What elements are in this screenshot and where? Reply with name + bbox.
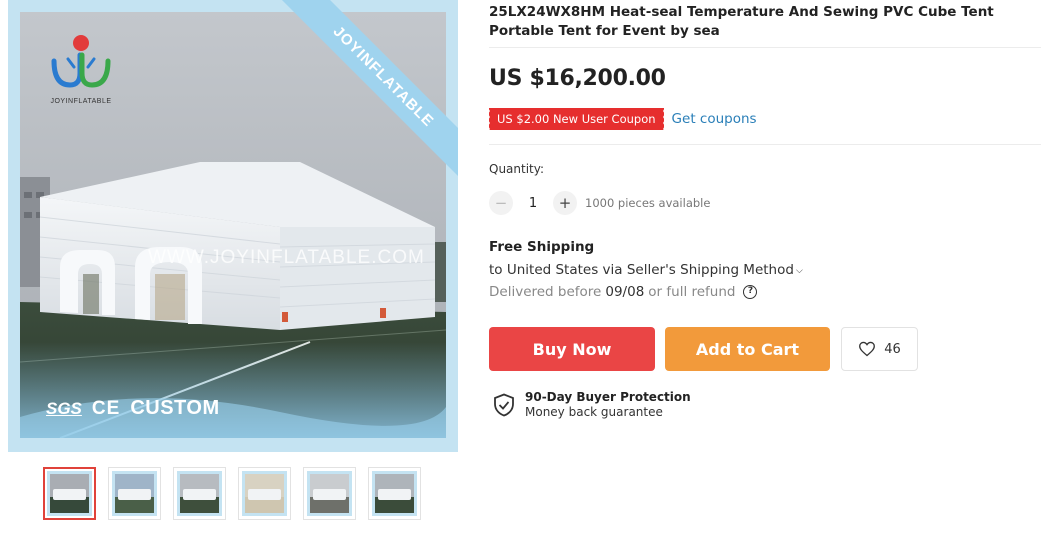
purchase-actions: Buy Now Add to Cart 46 — [489, 327, 918, 371]
thumbnail-image — [47, 471, 92, 516]
delivery-estimate: Delivered before 09/08 or full refund ? — [489, 284, 758, 300]
shipping-method-selector[interactable]: to United States via Seller's Shipping M… — [489, 262, 803, 278]
heart-icon — [859, 341, 876, 357]
thumbnail-image — [307, 471, 352, 516]
thumbnail-4[interactable] — [238, 467, 291, 520]
question-icon[interactable]: ? — [743, 285, 758, 299]
thumbnail-3[interactable] — [173, 467, 226, 520]
coupon-row: US $2.00 New User Coupon Get coupons — [488, 108, 757, 130]
buy-now-button[interactable]: Buy Now — [489, 327, 655, 371]
joyinflatable-logo: JOYINFLATABLE — [41, 33, 121, 105]
wishlist-button[interactable]: 46 — [841, 327, 918, 371]
stock-available: 1000 pieces available — [585, 196, 711, 210]
thumbnail-strip — [43, 467, 421, 520]
shield-check-icon — [494, 393, 514, 416]
thumbnail-image — [372, 471, 417, 516]
thumbnail-tent — [118, 489, 151, 500]
sgs-mark: SGS — [46, 398, 82, 418]
logo-text: JOYINFLATABLE — [50, 98, 112, 105]
add-to-cart-button[interactable]: Add to Cart — [665, 327, 830, 371]
main-product-image[interactable]: JOYINFLATABLE JOYINFLATABLE WWW.JOYINFLA… — [8, 0, 458, 452]
protection-subtitle: Money back guarantee — [525, 405, 663, 419]
thumbnail-tent — [53, 489, 86, 500]
thumbnail-image — [242, 471, 287, 516]
quantity-label: Quantity: — [489, 162, 545, 176]
thumbnail-tent — [378, 489, 411, 500]
quantity-stepper: − + 1000 pieces available — [489, 191, 710, 215]
shipping-destination: to United States via Seller's Shipping M… — [489, 262, 794, 278]
protection-title: 90-Day Buyer Protection — [525, 390, 691, 404]
custom-mark: CUSTOM — [130, 397, 220, 419]
thumbnail-image — [177, 471, 222, 516]
thumbnail-tent — [313, 489, 346, 500]
quantity-increase-button[interactable]: + — [553, 191, 577, 215]
chevron-down-icon: ⌵ — [795, 266, 803, 276]
logo-icon — [51, 35, 111, 88]
new-user-coupon-badge[interactable]: US $2.00 New User Coupon — [488, 108, 664, 130]
protection-text: 90-Day Buyer Protection Money back guara… — [525, 390, 691, 419]
certification-strip: SGS CE CUSTOM — [46, 397, 220, 420]
watermark-text: WWW.JOYINFLATABLE.COM — [148, 247, 425, 268]
thumbnail-tent — [248, 489, 281, 500]
thumbnail-tent — [183, 489, 216, 500]
thumbnail-6[interactable] — [368, 467, 421, 520]
product-title: 25LX24WX8HM Heat-seal Temperature And Se… — [489, 4, 994, 39]
thumbnail-1[interactable] — [43, 467, 96, 520]
thumbnail-image — [112, 471, 157, 516]
divider — [489, 47, 1041, 48]
divider — [489, 144, 1041, 145]
delivery-date: 09/08 — [605, 284, 645, 300]
ce-mark: CE — [91, 397, 121, 419]
delivery-suffix: or full refund — [648, 284, 736, 300]
buyer-protection: 90-Day Buyer Protection Money back guara… — [493, 390, 691, 419]
product-price: US $16,200.00 — [489, 66, 666, 91]
wishlist-count: 46 — [884, 341, 901, 357]
shipping-title: Free Shipping — [489, 239, 595, 255]
delivery-prefix: Delivered before — [489, 284, 602, 300]
quantity-input[interactable] — [513, 195, 553, 211]
get-coupons-link[interactable]: Get coupons — [672, 111, 757, 127]
thumbnail-5[interactable] — [303, 467, 356, 520]
thumbnail-2[interactable] — [108, 467, 161, 520]
quantity-decrease-button[interactable]: − — [489, 191, 513, 215]
